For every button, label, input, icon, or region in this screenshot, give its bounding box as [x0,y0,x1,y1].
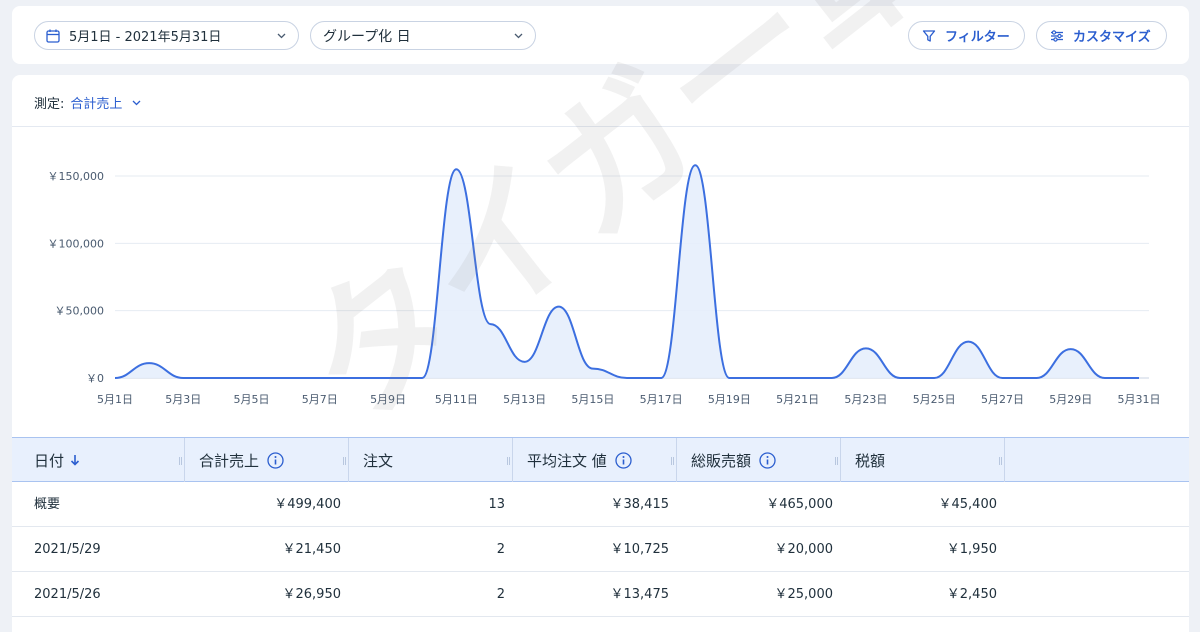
sales-table: 日付 合計売上 注文 平均注文 値 総販売額 税額 概要 ￥499,400 13… [12,437,1189,632]
tax-cell: ￥45,400 [938,497,998,512]
filter-icon [922,29,936,42]
chevron-down-icon [277,33,286,39]
x-tick-label: 5月27日 [981,393,1024,406]
column-resize-handle[interactable] [835,457,838,465]
column-header-label: 日付 [34,451,65,470]
x-tick-label: 5月3日 [165,393,201,406]
group-by-select[interactable]: グループ化 日 [310,21,536,50]
series-area [115,165,1139,378]
date-range-label: 5月1日 - 2021年5月31日 [69,30,222,45]
column-divider [512,438,513,482]
column-divider [676,438,677,482]
column-header-gross-sales[interactable]: 総販売額 [691,438,776,482]
column-divider [1004,438,1005,482]
gross-sales-cell: ￥25,000 [774,587,834,602]
x-tick-label: 5月23日 [844,393,887,406]
customize-button[interactable]: カスタマイズ [1036,21,1167,50]
table-row-summary: 概要 ￥499,400 13 ￥38,415 ￥465,000 ￥45,400 [12,482,1189,527]
info-icon[interactable] [615,451,632,469]
y-tick-label: ￥100,000 [48,237,105,250]
x-tick-label: 5月9日 [370,393,406,406]
orders-cell: 2 [496,587,505,602]
customize-label: カスタマイズ [1073,30,1151,45]
x-tick-label: 5月13日 [503,393,546,406]
y-tick-label: ￥50,000 [55,305,105,318]
sliders-icon [1051,29,1063,42]
column-resize-handle[interactable] [999,457,1002,465]
tax-cell: ￥1,950 [946,542,997,557]
calendar-icon [46,29,60,43]
x-tick-label: 5月7日 [302,393,338,406]
x-tick-label: 5月15日 [571,393,614,406]
column-header-label: 総販売額 [691,451,752,470]
column-divider [840,438,841,482]
tax-cell: ￥2,450 [946,587,997,602]
table-row[interactable]: 2021/5/26 ￥26,950 2 ￥13,475 ￥25,000 ￥2,4… [12,572,1189,617]
column-header-date[interactable]: 日付 [34,438,80,482]
total-sales-cell: ￥499,400 [274,497,341,512]
column-header-orders[interactable]: 注文 [363,438,393,482]
x-tick-label: 5月19日 [708,393,751,406]
series-line [114,164,1139,379]
x-tick-label: 5月1日 [97,393,133,406]
gross-sales-cell: ￥20,000 [774,542,834,557]
info-icon[interactable] [759,451,776,469]
x-tick-label: 5月31日 [1118,393,1161,406]
column-header-label: 注文 [363,451,394,470]
column-header-tax[interactable]: 税額 [855,438,885,482]
x-tick-label: 5月17日 [640,393,683,406]
x-tick-label: 5月29日 [1049,393,1092,406]
x-tick-label: 5月21日 [776,393,819,406]
date-range-picker[interactable]: 5月1日 - 2021年5月31日 [34,21,299,50]
sales-area-chart: ￥0 ￥50,000 ￥100,000 ￥150,000 5月1日 5月3日 5月5日 5月7… [48,164,1161,406]
table-row[interactable]: 2021/5/29 ￥21,450 2 ￥10,725 ￥20,000 ￥1,9… [12,527,1189,572]
column-resize-handle[interactable] [179,457,182,465]
group-by-label: グループ化 日 [323,28,411,45]
date-cell: 概要 [34,497,61,512]
chevron-down-icon [514,33,523,39]
avg-order-cell: ￥10,725 [610,542,670,557]
toolbar: 5月1日 - 2021年5月31日 グループ化 日 フィルター カスタマイズ [12,6,1189,64]
column-header-avg-order-value[interactable]: 平均注文 値 [527,438,632,482]
column-resize-handle[interactable] [343,457,346,465]
column-divider [184,438,185,482]
chart-card: 測定: 合計売上 ￥0 ￥50,000 ￥100,000 ￥150,000 5月1日 5月… [12,75,1189,437]
orders-cell: 13 [488,497,505,512]
date-cell: 2021/5/29 [34,542,101,557]
info-icon[interactable] [267,451,284,469]
gross-sales-cell: ￥465,000 [766,497,833,512]
y-tick-label: ￥0 [86,372,104,385]
x-tick-label: 5月11日 [435,393,478,406]
column-resize-handle[interactable] [671,457,674,465]
date-cell: 2021/5/26 [34,587,101,602]
table-header: 日付 合計売上 注文 平均注文 値 総販売額 税額 [12,437,1189,482]
y-tick-label: ￥150,000 [48,170,105,183]
column-resize-handle[interactable] [507,457,510,465]
arrow-down-icon [70,455,80,466]
column-header-label: 税額 [855,451,886,470]
column-header-label: 合計売上 [199,451,260,470]
avg-order-cell: ￥38,415 [610,497,670,512]
filter-button[interactable]: フィルター [908,21,1025,50]
avg-order-cell: ￥13,475 [610,587,670,602]
x-tick-label: 5月5日 [234,393,270,406]
x-tick-label: 5月25日 [913,393,956,406]
total-sales-cell: ￥26,950 [282,587,342,602]
column-header-total-sales[interactable]: 合計売上 [199,438,284,482]
orders-cell: 2 [496,542,505,557]
column-divider [348,438,349,482]
total-sales-cell: ￥21,450 [282,542,342,557]
column-header-label: 平均注文 値 [527,451,607,470]
filter-label: フィルター [945,30,1010,45]
